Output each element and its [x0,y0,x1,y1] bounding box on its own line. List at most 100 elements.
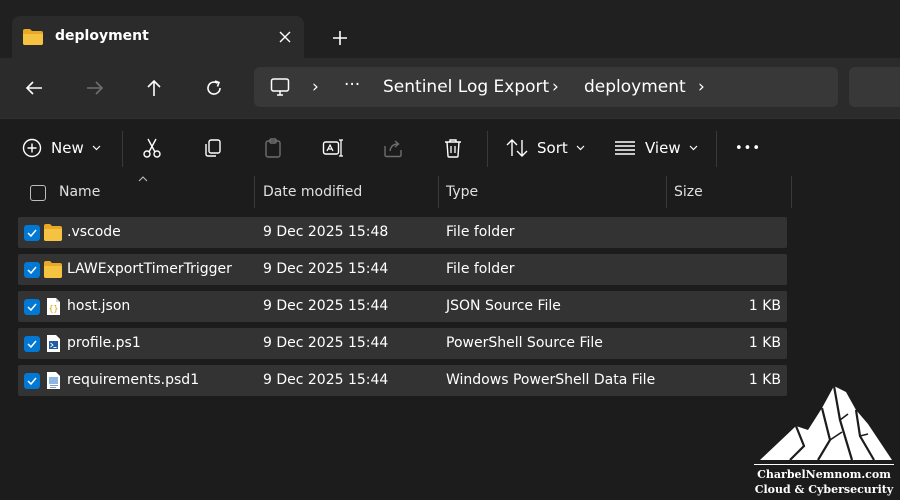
file-name: LAWExportTimerTrigger [67,261,232,277]
new-button[interactable]: New [22,131,101,165]
file-type: File folder [446,224,515,240]
arrow-right-icon [87,81,104,95]
folder-icon [44,224,62,241]
share-button[interactable] [382,131,404,165]
plus-circle-icon [22,138,42,158]
back-button[interactable] [18,72,50,104]
rename-button[interactable] [322,131,344,165]
refresh-button[interactable] [198,72,230,104]
plus-icon [333,31,347,45]
folder-icon [44,261,62,278]
sort-icon [506,139,528,157]
breadcrumb-sentinel-log-export[interactable]: Sentinel Log Export [383,77,549,97]
powershell-data-file-icon [47,372,60,389]
watermark-site: CharbelNemnom.com [757,468,891,481]
file-row[interactable]: LAWExportTimerTrigger 9 Dec 2025 15:44 F… [18,254,787,285]
file-size: 1 KB [748,335,781,351]
breadcrumb-separator[interactable]: › [698,77,705,97]
column-divider[interactable] [438,176,439,208]
command-separator [487,131,488,167]
copy-icon [205,139,221,157]
column-name[interactable]: Name [59,184,100,200]
more-icon: ••• [735,140,762,156]
chevron-down-icon [92,145,101,151]
row-checkbox[interactable] [24,262,40,278]
file-type: PowerShell Source File [446,335,603,351]
title-bar: deployment [0,0,900,58]
search-box[interactable] [849,67,900,107]
cut-button[interactable] [141,131,163,165]
new-tab-button[interactable] [326,24,354,52]
column-divider[interactable] [254,176,255,208]
file-row[interactable]: {} host.json 9 Dec 2025 15:44 JSON Sourc… [18,291,787,322]
file-date: 9 Dec 2025 15:44 [263,298,389,314]
share-icon [384,140,402,158]
watermark-divider [754,464,894,465]
json-file-icon: {} [47,298,60,315]
close-icon [279,31,291,43]
list-view-icon [615,141,635,155]
tab-deployment[interactable]: deployment [12,16,304,58]
command-separator [122,131,123,167]
file-name: profile.ps1 [67,335,141,351]
up-button[interactable] [138,72,170,104]
file-date: 9 Dec 2025 15:44 [263,261,389,277]
file-type: Windows PowerShell Data File [446,372,656,388]
row-checkbox[interactable] [24,225,40,241]
column-divider[interactable] [791,176,792,208]
mountain-logo-icon [760,385,892,461]
file-row[interactable]: .vscode 9 Dec 2025 15:48 File folder [18,217,787,248]
file-date: 9 Dec 2025 15:44 [263,335,389,351]
column-header: Name Date modified Type Size [0,176,900,210]
row-checkbox[interactable] [24,336,40,352]
refresh-icon [207,80,221,95]
breadcrumb-separator[interactable]: › [312,77,319,97]
more-options-button[interactable]: ••• [735,131,761,165]
checkmark-icon [27,377,37,385]
row-checkbox[interactable] [24,373,40,389]
view-button[interactable]: View [614,131,698,165]
file-name: host.json [67,298,131,314]
breadcrumb-overflow[interactable]: ··· [344,75,360,95]
column-type[interactable]: Type [446,184,478,200]
folder-icon [23,29,43,45]
copy-button[interactable] [202,131,224,165]
sort-label: Sort [537,139,568,157]
command-bar: New Sort View ••• [0,118,900,176]
file-type: File folder [446,261,515,277]
checkmark-icon [27,266,37,274]
command-separator [716,131,717,167]
sort-button[interactable]: Sort [506,131,585,165]
scissors-icon [143,138,161,158]
file-name: .vscode [67,224,121,240]
address-bar[interactable]: › ··· Sentinel Log Export › deployment › [254,67,838,107]
column-divider[interactable] [666,176,667,208]
rename-icon [322,139,343,157]
chevron-down-icon [689,145,698,151]
file-explorer-window: deployment › ··· Sentinel Log Export › d… [0,0,900,500]
row-checkbox[interactable] [24,299,40,315]
delete-button[interactable] [442,131,464,165]
monitor-icon [270,78,290,96]
checkmark-icon [27,340,37,348]
select-all-checkbox[interactable] [30,185,46,201]
tab-title: deployment [55,28,149,44]
navigation-bar: › ··· Sentinel Log Export › deployment › [0,58,900,118]
forward-button[interactable] [79,72,111,104]
chevron-down-icon [576,145,585,151]
breadcrumb-separator[interactable]: › [552,77,559,97]
close-tab-button[interactable] [274,26,296,48]
column-date-modified[interactable]: Date modified [263,184,362,200]
watermark-logo: CharbelNemnom.com Cloud & Cybersecurity [748,376,900,500]
column-size[interactable]: Size [674,184,703,200]
file-type: JSON Source File [446,298,561,314]
paste-button[interactable] [262,131,284,165]
new-label: New [51,139,84,157]
file-date: 9 Dec 2025 15:48 [263,224,389,240]
checkmark-icon [27,229,37,237]
file-name: requirements.psd1 [67,372,200,388]
file-row[interactable]: requirements.psd1 9 Dec 2025 15:44 Windo… [18,365,787,396]
view-label: View [645,139,681,157]
file-row[interactable]: profile.ps1 9 Dec 2025 15:44 PowerShell … [18,328,787,359]
breadcrumb-deployment[interactable]: deployment [584,77,686,97]
